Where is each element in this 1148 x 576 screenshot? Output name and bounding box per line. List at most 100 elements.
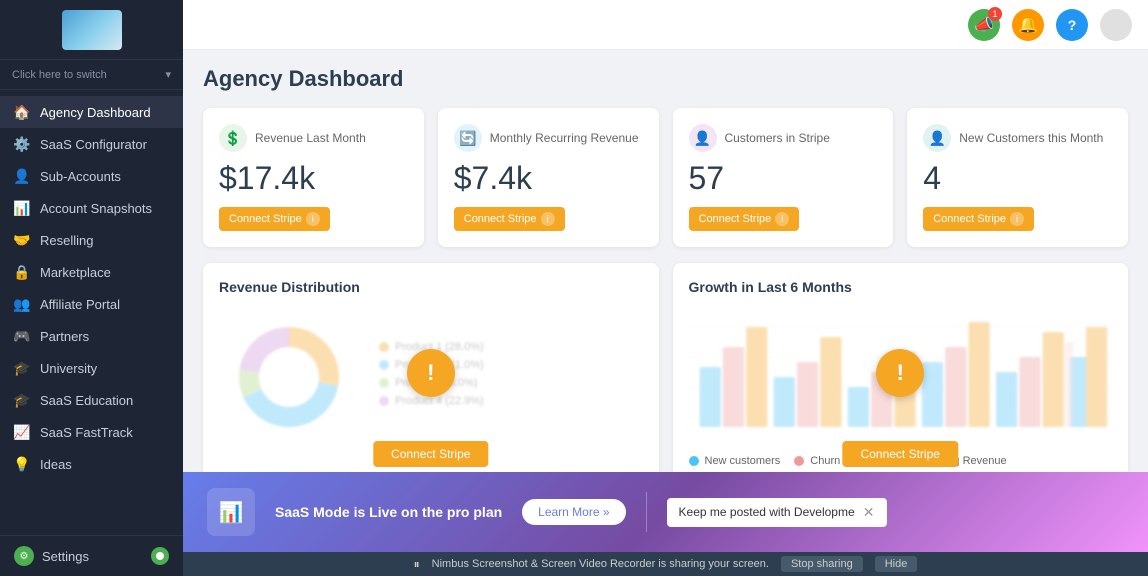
stat-title: Revenue Last Month (255, 131, 366, 145)
agency-dashboard-icon: 🏠 (14, 104, 30, 120)
sidebar-item-reselling[interactable]: 🤝 Reselling (0, 224, 183, 256)
growth-connect-stripe-button[interactable]: Connect Stripe (843, 441, 958, 467)
banner-divider (646, 492, 647, 532)
banner-title: SaaS Mode is Live on the pro plan (275, 504, 502, 520)
legend-label-new: New customers (705, 455, 781, 467)
sidebar-item-label: Account Snapshots (40, 201, 152, 216)
stat-title: Monthly Recurring Revenue (490, 131, 639, 145)
megaphone-button[interactable]: 📣 1 (968, 9, 1000, 41)
stat-value: $17.4k (219, 160, 408, 197)
sidebar-item-affiliate-portal[interactable]: 👥Affiliate Portal (0, 288, 183, 320)
legend-dot (379, 396, 389, 406)
legend-dot (379, 342, 389, 352)
page-title: Agency Dashboard (203, 66, 1128, 92)
stop-sharing-button[interactable]: Stop sharing (781, 556, 863, 572)
reselling-icon: 🤝 (14, 232, 30, 248)
sidebar-item-label: Ideas (40, 457, 72, 472)
affiliate-portal-icon: 👥 (14, 296, 30, 312)
stat-header: 👤 Customers in Stripe (689, 124, 878, 152)
revenue-distribution-title: Revenue Distribution (219, 279, 643, 295)
newsletter-input[interactable] (679, 505, 855, 519)
growth-chart-card: Growth in Last 6 Months (673, 263, 1129, 472)
stat-card-customers-stripe: 👤 Customers in Stripe 57 Connect Stripe … (673, 108, 894, 247)
stat-title: New Customers this Month (959, 131, 1103, 145)
stat-value: $7.4k (454, 160, 643, 197)
sidebar: Click here to switch ▾ 🏠 Agency Dashboard… (0, 0, 183, 576)
sidebar-item-label: Agency Dashboard (40, 105, 151, 120)
sidebar-item-agency-dashboard[interactable]: 🏠 Agency Dashboard (0, 96, 183, 128)
main-area: 📣 1 🔔 ? Agency Dashboard 💲 Revenue Last … (183, 0, 1148, 576)
hide-button[interactable]: Hide (875, 556, 918, 572)
chevron-down-icon: ▾ (165, 68, 171, 81)
info-icon: i (1010, 212, 1024, 226)
sidebar-item-label: Partners (40, 329, 89, 344)
sidebar-item-saas-configurator[interactable]: ⚙️SaaS Configurator (0, 128, 183, 160)
sub-accounts-icon: 👤 (14, 168, 30, 184)
page-content: Agency Dashboard 💲 Revenue Last Month $1… (183, 50, 1148, 472)
account-snapshots-icon: 📊 (14, 200, 30, 216)
connect-stripe-button-new-customers[interactable]: Connect Stripe i (923, 207, 1034, 231)
sidebar-item-label: Sub-Accounts (40, 169, 121, 184)
sidebar-settings[interactable]: ⚙ Settings (0, 535, 183, 576)
sidebar-item-account-snapshots[interactable]: 📊 Account Snapshots (0, 192, 183, 224)
logo-image (62, 10, 122, 50)
help-icon: ? (1068, 17, 1077, 33)
sidebar-item-label: SaaS FastTrack (40, 425, 133, 440)
help-button[interactable]: ? (1056, 9, 1088, 41)
learn-more-button[interactable]: Learn More » (522, 499, 625, 525)
saas-configurator-icon: ⚙️ (14, 136, 30, 152)
growth-warning-icon: ! (876, 349, 924, 397)
stats-grid: 💲 Revenue Last Month $17.4k Connect Stri… (203, 108, 1128, 247)
sidebar-item-label: Marketplace (40, 265, 111, 280)
stat-title: Customers in Stripe (725, 131, 830, 145)
screen-share-text: Nimbus Screenshot & Screen Video Recorde… (432, 558, 769, 570)
saas-fasttrack-icon: 📈 (14, 424, 30, 440)
sidebar-item-saas-education[interactable]: 🎓 SaaS Education (0, 384, 183, 416)
info-icon: i (306, 212, 320, 226)
newsletter-close-button[interactable]: ✕ (863, 504, 875, 521)
sidebar-item-label: University (40, 361, 97, 376)
warning-overlay: ! (407, 349, 455, 397)
sidebar-item-university[interactable]: 🎓 University (0, 352, 183, 384)
topbar: 📣 1 🔔 ? (183, 0, 1148, 50)
sidebar-item-saas-fasttrack[interactable]: 📈 SaaS FastTrack (0, 416, 183, 448)
sidebar-switch[interactable]: Click here to switch ▾ (0, 60, 183, 90)
settings-label: Settings (42, 549, 89, 564)
newsletter-wrap: ✕ (667, 498, 887, 527)
connect-stripe-button-revenue-last-month[interactable]: Connect Stripe i (219, 207, 330, 231)
donut-segment (289, 327, 339, 386)
bottom-banner: 📊 SaaS Mode is Live on the pro plan Lear… (183, 472, 1148, 552)
sidebar-item-label: SaaS Education (40, 393, 133, 408)
growth-chart-title: Growth in Last 6 Months (689, 279, 1113, 295)
sidebar-item-ideas[interactable]: 💡 Ideas (0, 448, 183, 480)
growth-warning-overlay: ! (876, 349, 924, 397)
partners-icon: 🎮 (14, 328, 30, 344)
ideas-icon: 💡 (14, 456, 30, 472)
bell-icon: 🔔 (1018, 15, 1038, 35)
sidebar-nav: 🏠 Agency Dashboard ⚙️SaaS Configurator 👤 Sub… (0, 90, 183, 535)
stat-header: 🔄 Monthly Recurring Revenue (454, 124, 643, 152)
saas-education-icon: 🎓 (14, 392, 30, 408)
sidebar-item-partners[interactable]: 🎮 Partners (0, 320, 183, 352)
sidebar-item-sub-accounts[interactable]: 👤 Sub-Accounts (0, 160, 183, 192)
sidebar-logo (0, 0, 183, 60)
notifications-button[interactable]: 🔔 (1012, 9, 1044, 41)
legend-dot-new (689, 456, 699, 466)
stat-card-new-customers: 👤 New Customers this Month 4 Connect Str… (907, 108, 1128, 247)
banner-text: SaaS Mode is Live on the pro plan (275, 504, 502, 520)
legend-dot-churn (794, 456, 804, 466)
settings-icon: ⚙ (14, 546, 34, 566)
connect-stripe-button-customers-stripe[interactable]: Connect Stripe i (689, 207, 800, 231)
legend-label-churn: Churn (810, 455, 840, 467)
legend-dot (379, 360, 389, 370)
stat-header: 👤 New Customers this Month (923, 124, 1112, 152)
marketplace-icon: 🔒 (14, 264, 30, 280)
connect-stripe-button-monthly-recurring[interactable]: Connect Stripe i (454, 207, 565, 231)
revenue-connect-stripe-button[interactable]: Connect Stripe (373, 441, 488, 467)
stat-icon: 👤 (689, 124, 717, 152)
university-icon: 🎓 (14, 360, 30, 376)
sidebar-item-marketplace[interactable]: 🔒 Marketplace (0, 256, 183, 288)
sidebar-item-label: Reselling (40, 233, 93, 248)
stat-icon: 💲 (219, 124, 247, 152)
user-avatar[interactable] (1100, 9, 1132, 41)
